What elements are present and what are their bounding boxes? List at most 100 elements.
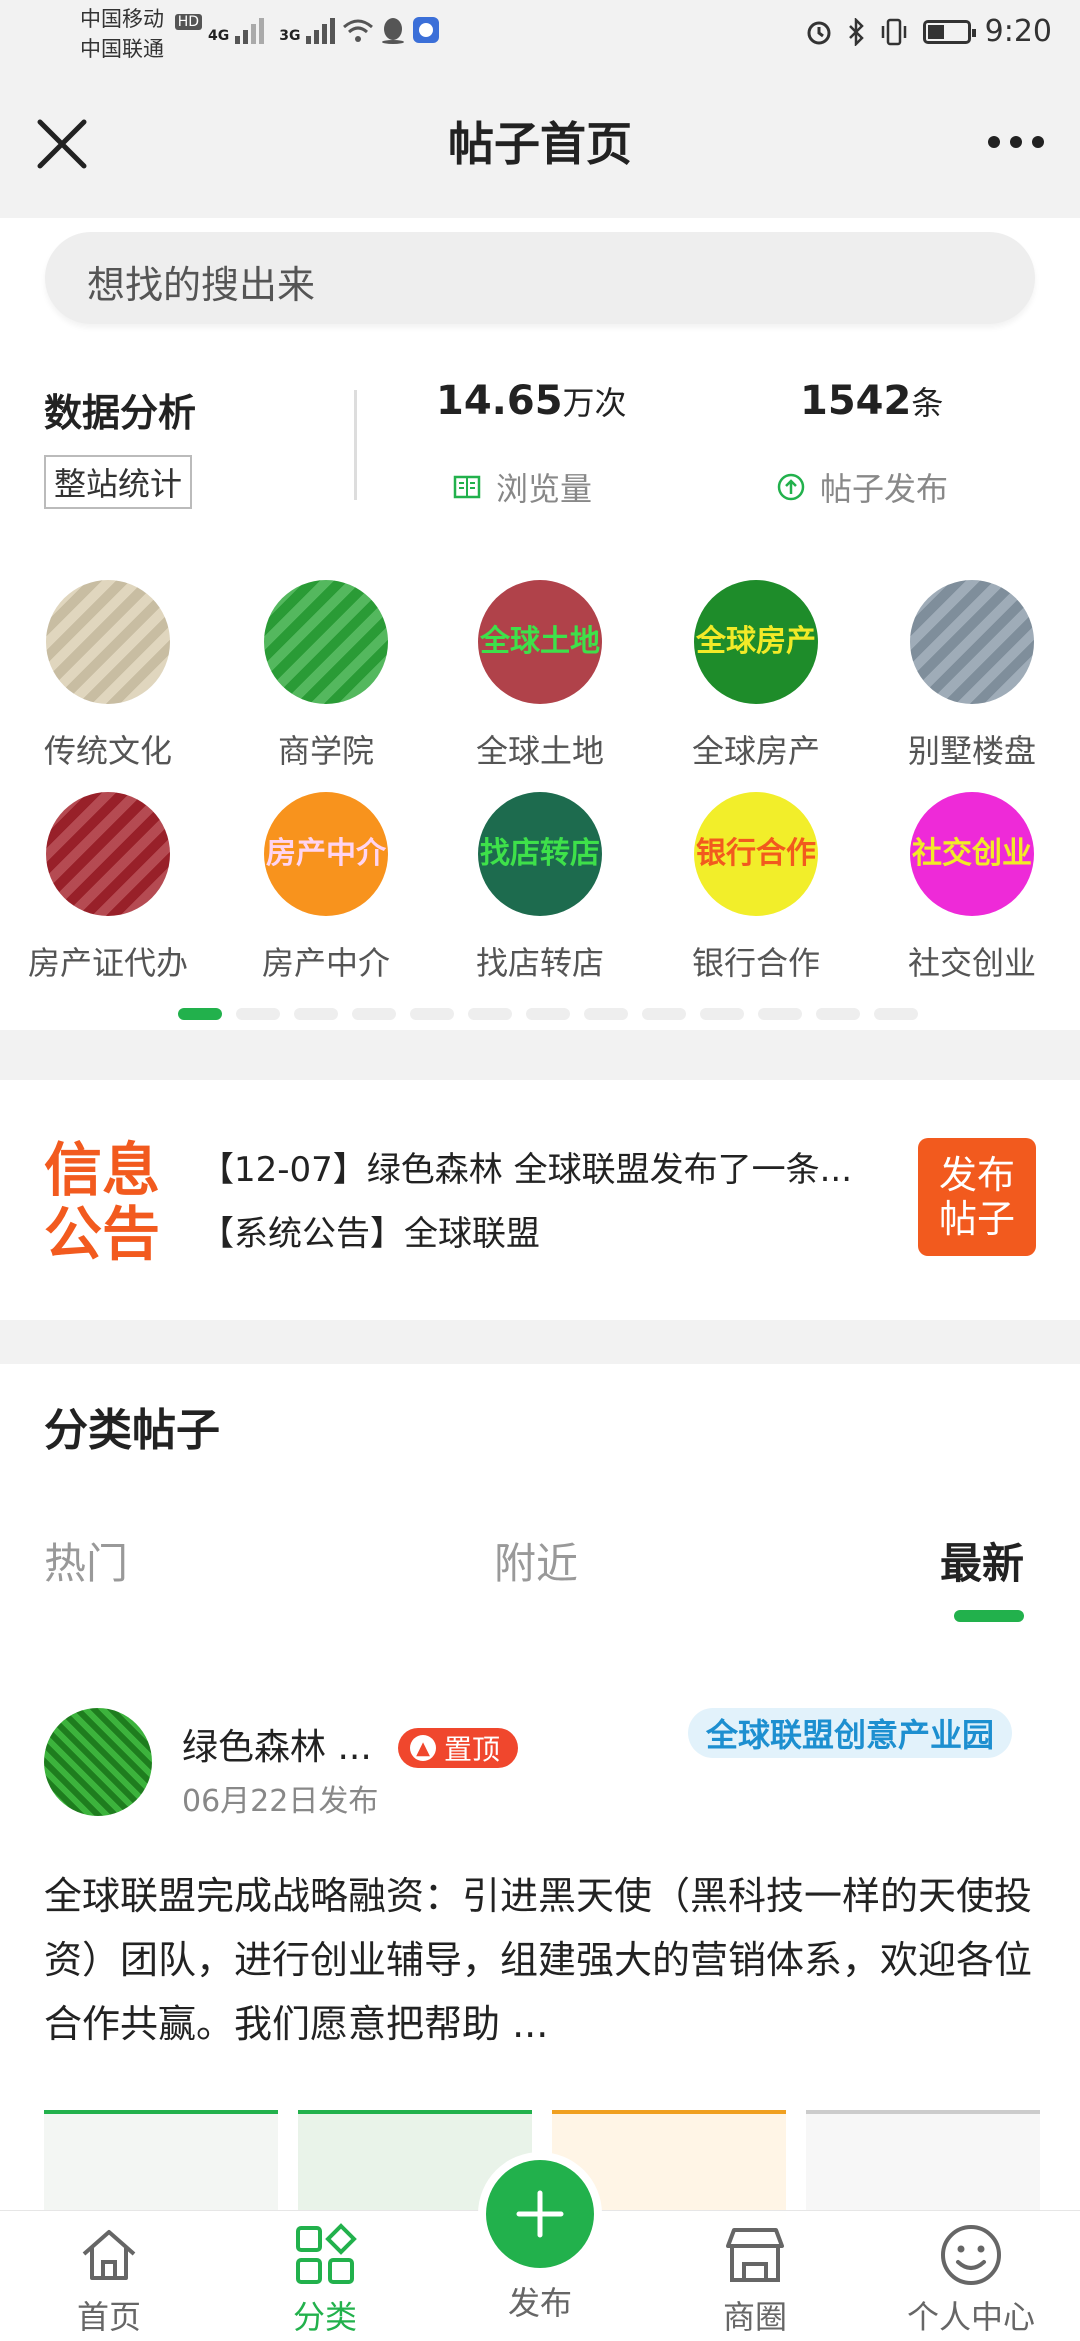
network-3g-label: 3G	[279, 28, 301, 44]
pager-dot	[352, 1008, 396, 1020]
post-tag[interactable]: 全球联盟创意产业园	[688, 1708, 1013, 1758]
site-stats-button[interactable]: 整站统计	[44, 455, 193, 509]
category-label: 全球土地	[475, 732, 604, 770]
pin-up-icon: ▲	[410, 1735, 436, 1761]
search-placeholder: 想找的搜出来	[87, 263, 316, 307]
pager-dot	[526, 1008, 570, 1020]
posts-unit: 条	[911, 384, 944, 422]
network-4g-label: 4G	[208, 28, 230, 44]
pager-dot-active	[178, 1008, 222, 1020]
category-icon: 房产 中介	[264, 792, 388, 916]
category-item[interactable]: 全球 房产 全球房产	[666, 580, 846, 772]
category-icon	[264, 580, 388, 704]
carrier-secondary: 中国联通	[80, 37, 164, 61]
publish-post-button[interactable]: 发布 帖子	[918, 1138, 1036, 1256]
views-label-row: 浏览量	[452, 464, 592, 510]
nav-business[interactable]: 商圈	[680, 2220, 830, 2338]
app-notification-icon	[413, 17, 440, 43]
status-bar: 中国移动 HD 中国联通 4G 3G 9:20	[0, 0, 1080, 70]
views-label: 浏览量	[496, 470, 593, 508]
category-item[interactable]: 银行 合作 银行合作	[666, 792, 846, 984]
notice-item-2[interactable]: 【系统公告】全球联盟	[200, 1206, 540, 1255]
post-username[interactable]: 绿色森林 ...	[182, 1718, 372, 1770]
avatar[interactable]	[44, 1708, 152, 1816]
category-item[interactable]: 房产 中介 房产中介	[236, 792, 416, 984]
category-icon: 全球 房产	[694, 580, 818, 704]
battery-icon	[922, 19, 976, 44]
signal-icon	[235, 18, 265, 44]
pager-dot	[410, 1008, 454, 1020]
category-item[interactable]: 房产证代办	[18, 792, 198, 984]
bluetooth-icon	[848, 17, 864, 46]
tab-latest[interactable]: 最新	[940, 1530, 1024, 1591]
views-stat: 14.65万次	[436, 378, 627, 424]
nav-profile[interactable]: 个人中心	[896, 2220, 1046, 2338]
wifi-icon	[343, 19, 374, 42]
pager-dot	[294, 1008, 338, 1020]
views-unit: 万次	[562, 384, 627, 422]
status-right: 9:20	[805, 14, 1052, 49]
signal-icon-2	[306, 18, 336, 44]
signal-indicators: 4G 3G	[208, 16, 440, 44]
pager-dots	[178, 1008, 918, 1020]
category-icon: 找店 转店	[478, 792, 602, 916]
category-item[interactable]: 全球 土地 全球土地	[450, 580, 630, 772]
search-input[interactable]: 想找的搜出来	[45, 232, 1035, 324]
nav-publish[interactable]: 发布	[465, 2278, 615, 2324]
nav-category[interactable]: 分类	[250, 2220, 400, 2338]
alarm-icon	[807, 21, 831, 44]
status-time: 9:20	[984, 14, 1052, 49]
nav-home[interactable]: 首页	[34, 2220, 184, 2338]
pager-dot	[700, 1008, 744, 1020]
post-date: 06月22日发布	[182, 1784, 379, 1819]
posts-value: 1542	[800, 378, 912, 424]
category-item[interactable]: 别墅楼盘	[882, 580, 1062, 772]
notice-item-1[interactable]: 【12-07】绿色森林 全球联盟发布了一条...	[200, 1142, 852, 1191]
tab-nearby[interactable]: 附近	[494, 1530, 578, 1591]
page-title: 帖子首页	[448, 117, 632, 171]
category-label: 传统文化	[43, 732, 172, 770]
category-icon	[46, 792, 170, 916]
post-thumbnail[interactable]	[806, 2110, 1040, 2220]
stats-divider	[354, 390, 357, 500]
more-icon[interactable]	[986, 130, 1046, 154]
post-content[interactable]: 全球联盟完成战略融资：引进黑天使（黑科技一样的天使投资）团队，进行创业辅导，组建…	[44, 1864, 1040, 2056]
pager-dot	[874, 1008, 918, 1020]
pager-dot	[584, 1008, 628, 1020]
carrier-primary: 中国移动 HD	[80, 6, 202, 35]
section-title: 分类帖子	[44, 1405, 220, 1456]
title-bar: 帖子首页	[0, 70, 1080, 218]
plus-icon	[516, 2190, 564, 2238]
category-item[interactable]: 传统文化	[18, 580, 198, 772]
posts-label: 帖子发布	[820, 470, 949, 508]
category-item[interactable]: 找店 转店 找店转店	[450, 792, 630, 984]
category-icon	[46, 580, 170, 704]
qq-icon	[382, 18, 405, 44]
pager-dot	[816, 1008, 860, 1020]
pager-dot	[468, 1008, 512, 1020]
smiley-face-icon	[941, 2225, 1001, 2285]
hd-badge: HD	[174, 14, 202, 30]
category-label: 找店转店	[475, 944, 604, 982]
publish-button[interactable]	[486, 2160, 594, 2268]
notice-logo: 信息 公告	[44, 1136, 161, 1268]
stats-title: 数据分析	[44, 391, 197, 435]
category-label: 房产证代办	[27, 944, 188, 982]
views-value: 14.65	[436, 378, 563, 424]
active-tab-indicator	[954, 1610, 1024, 1622]
pinned-badge: ▲ 置顶	[398, 1728, 519, 1768]
category-label: 社交创业	[907, 944, 1036, 982]
pager-dot	[236, 1008, 280, 1020]
category-label: 商学院	[277, 732, 374, 770]
pager-dot	[758, 1008, 802, 1020]
category-label: 银行合作	[691, 944, 820, 982]
category-icon	[910, 580, 1034, 704]
post-thumbnail[interactable]	[44, 2110, 278, 2220]
category-icon: 全球 土地	[478, 580, 602, 704]
upload-icon	[777, 473, 805, 501]
category-item[interactable]: 社交 创业 社交创业	[882, 792, 1062, 984]
category-item[interactable]: 商学院	[236, 580, 416, 772]
category-label: 房产中介	[261, 944, 390, 982]
home-icon	[82, 2230, 136, 2280]
tab-hot[interactable]: 热门	[44, 1530, 128, 1591]
